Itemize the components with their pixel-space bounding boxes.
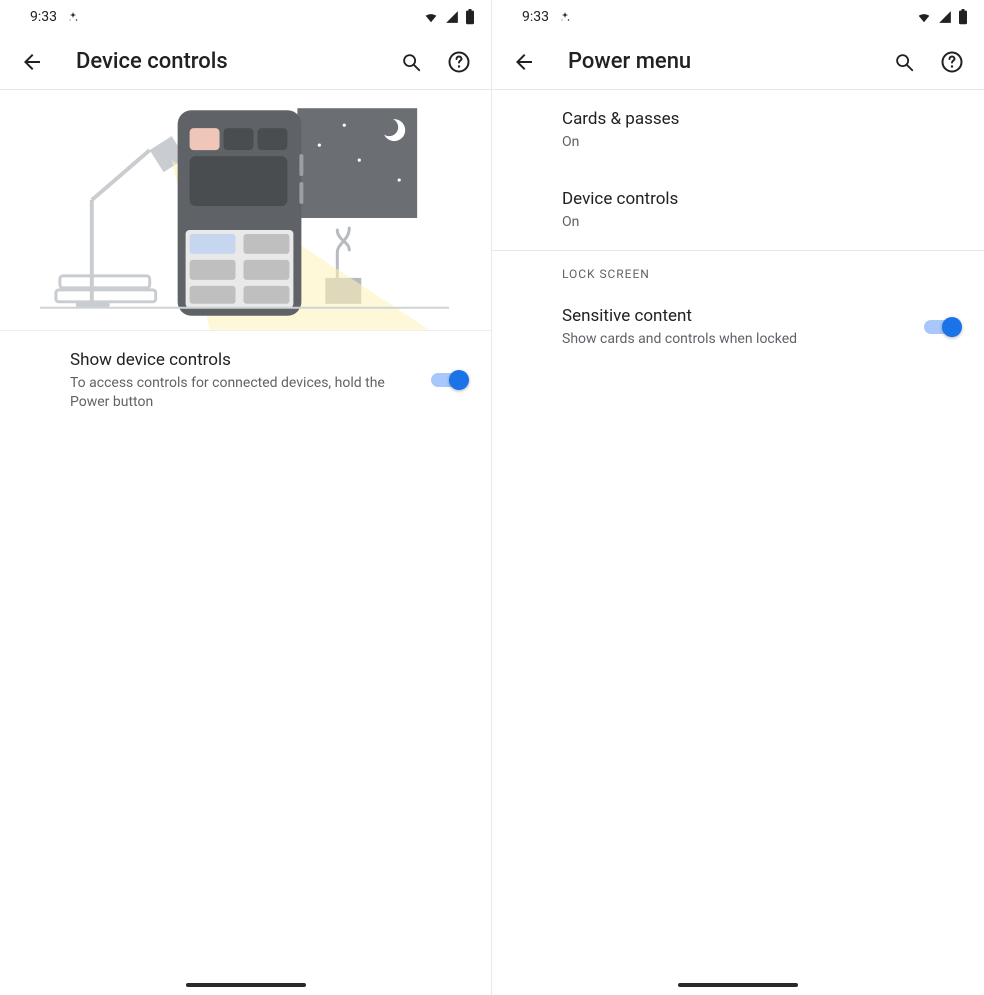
app-bar: Device controls [0, 34, 491, 90]
toggle-sensitive-content[interactable] [922, 315, 962, 339]
setting-title: Sensitive content [562, 305, 894, 328]
help-icon [447, 50, 471, 74]
setting-cards-and-passes[interactable]: Cards & passes On [492, 90, 984, 170]
screenshot-device-controls: 9:33 Device controls [0, 0, 492, 995]
illustration [0, 90, 491, 331]
search-icon [893, 51, 915, 73]
sparkle-icon [67, 11, 79, 23]
device-controls-illustration [0, 90, 491, 330]
home-indicator[interactable] [678, 983, 798, 987]
signal-icon [445, 10, 459, 24]
setting-subtitle: On [562, 133, 952, 152]
back-arrow-icon [512, 50, 536, 74]
setting-title: Device controls [562, 188, 952, 211]
setting-device-controls[interactable]: Device controls On [492, 170, 984, 250]
setting-subtitle: To access controls for connected devices… [70, 374, 401, 412]
help-button[interactable] [928, 38, 976, 86]
search-button[interactable] [880, 38, 928, 86]
battery-icon [958, 9, 968, 25]
setting-show-device-controls[interactable]: Show device controls To access controls … [0, 331, 491, 430]
wifi-icon [423, 10, 439, 24]
signal-icon [938, 10, 952, 24]
sparkle-icon [559, 11, 571, 23]
back-arrow-icon [20, 50, 44, 74]
status-bar: 9:33 [0, 0, 491, 34]
wifi-icon [916, 10, 932, 24]
setting-subtitle: Show cards and controls when locked [562, 330, 894, 349]
back-button[interactable] [8, 38, 56, 86]
screenshot-power-menu: 9:33 Power menu [492, 0, 984, 995]
battery-icon [465, 9, 475, 25]
page-title: Power menu [568, 49, 880, 74]
search-icon [400, 51, 422, 73]
app-bar: Power menu [492, 34, 984, 90]
setting-title: Show device controls [70, 349, 401, 372]
setting-sensitive-content[interactable]: Sensitive content Show cards and control… [492, 287, 984, 367]
help-icon [940, 50, 964, 74]
setting-subtitle: On [562, 213, 952, 232]
toggle-show-device-controls[interactable] [429, 368, 469, 392]
search-button[interactable] [387, 38, 435, 86]
status-time: 9:33 [522, 9, 549, 25]
home-indicator[interactable] [186, 983, 306, 987]
section-lock-screen: LOCK SCREEN [492, 251, 984, 287]
help-button[interactable] [435, 38, 483, 86]
status-bar: 9:33 [492, 0, 984, 34]
page-title: Device controls [76, 49, 387, 74]
setting-title: Cards & passes [562, 108, 952, 131]
status-time: 9:33 [30, 9, 57, 25]
back-button[interactable] [500, 38, 548, 86]
